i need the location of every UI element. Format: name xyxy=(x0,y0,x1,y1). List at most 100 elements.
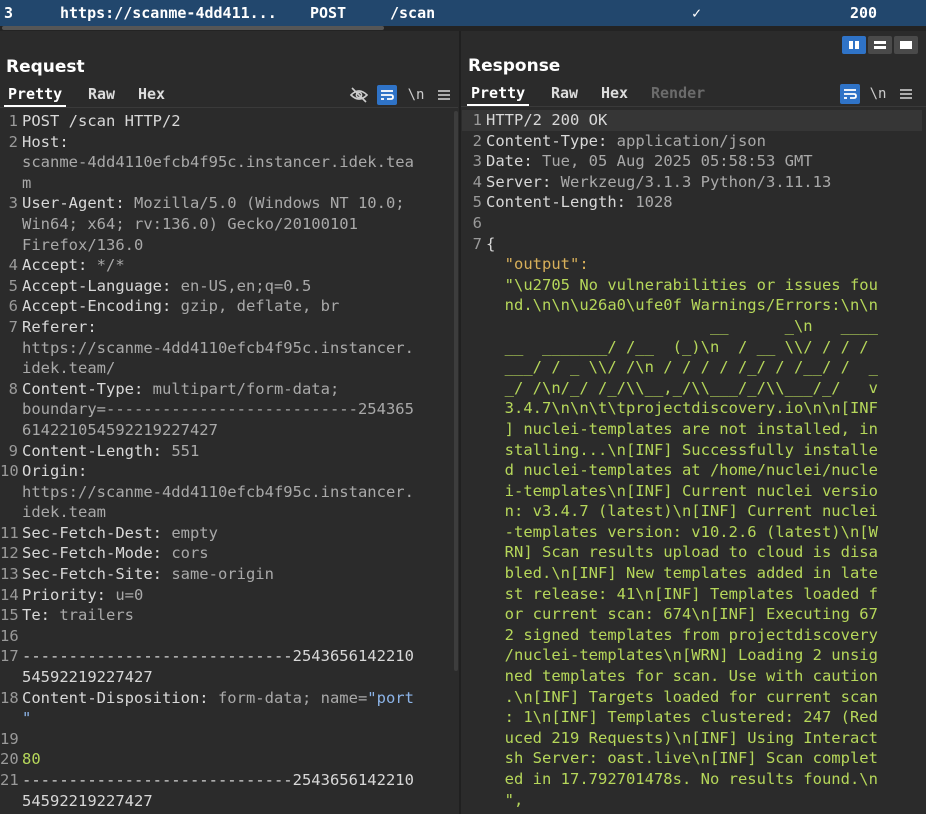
code-line: "output": xyxy=(462,254,922,275)
tab-response-raw[interactable]: Raw xyxy=(547,82,582,106)
code-line: 54592219227427 xyxy=(0,667,452,688)
code-line: 2 signed templates from projectdiscovery xyxy=(462,625,922,646)
line-text: 614221054592219227427 xyxy=(22,420,218,441)
tab-response-pretty[interactable]: Pretty xyxy=(467,82,530,106)
tabs-layout-icon[interactable] xyxy=(894,36,918,54)
line-text: Content-Length: 551 xyxy=(22,441,199,462)
line-number xyxy=(462,625,482,646)
code-line: ___/ / _ \\/ /\n / / / / /_/ / /__/ / _ xyxy=(462,357,922,378)
line-number: 1 xyxy=(8,112,18,130)
side-by-side-layout-icon[interactable] xyxy=(842,36,866,54)
code-token: Date: xyxy=(486,152,533,171)
code-token: 2 signed templates from projectdiscovery xyxy=(486,625,878,644)
code-token: n: v3.4.7 (latest)\n[INF] Current nuclei xyxy=(486,502,878,521)
code-token: Priority: xyxy=(22,585,106,604)
line-text: Sec-Fetch-Site: same-origin xyxy=(22,564,274,585)
response-title: Response xyxy=(468,56,561,76)
line-text: 80 xyxy=(22,749,41,770)
line-text: ___/ / _ \\/ /\n / / / / /_/ / /__/ / _ xyxy=(486,357,878,378)
line-number xyxy=(462,687,482,708)
line-text: Firefox/136.0 xyxy=(22,235,143,256)
line-text: -templates version: v10.2.6 (latest)\n[W xyxy=(486,522,878,543)
code-token: sh Server: oast.live\n[INF] Scan complet xyxy=(486,749,878,768)
line-text: 3.4.7\n\n\t\tprojectdiscovery.io\n\n[INF xyxy=(486,398,878,419)
scrollbar-thumb[interactable] xyxy=(2,26,384,30)
line-number xyxy=(462,769,482,790)
hide-nonprintable-icon[interactable] xyxy=(348,85,370,105)
layout-toggle xyxy=(842,36,918,54)
line-text: Host: xyxy=(22,132,69,153)
request-scrollbar[interactable] xyxy=(454,111,458,671)
response-newline-icon[interactable]: \n xyxy=(867,84,889,104)
pane-splitter[interactable] xyxy=(459,31,461,814)
code-line: 5 Content-Length: 1028 xyxy=(462,192,922,213)
edited-check-icon: ✓ xyxy=(692,4,702,22)
response-wrap-lines-icon[interactable] xyxy=(840,84,860,104)
line-number xyxy=(462,337,482,358)
tab-request-pretty[interactable]: Pretty xyxy=(4,83,67,107)
code-token: Accept: xyxy=(22,256,88,275)
response-menu-icon[interactable] xyxy=(896,84,916,104)
code-token: .\n[INF] Targets loaded for current scan xyxy=(486,687,878,706)
code-token: nd.\n\n\u26a0\ufe0f Warnings/Errors:\n\n xyxy=(486,296,878,315)
code-token: { xyxy=(486,234,496,253)
line-number: 3 xyxy=(472,152,482,171)
request-editor[interactable]: 1 POST /scan HTTP/2 2 Host: scanme-4dd4110ef… xyxy=(0,111,452,811)
code-line: st release: 41\n[INF] Templates loaded f xyxy=(462,584,922,605)
code-token: Referer: xyxy=(22,317,97,336)
line-text: HTTP/2 200 OK xyxy=(486,110,607,131)
tab-request-hex[interactable]: Hex xyxy=(134,83,169,107)
line-number: 5 xyxy=(472,193,482,212)
history-row-path: /scan xyxy=(390,4,436,22)
code-token: "output": xyxy=(486,255,589,274)
code-line: https://scanme-4dd4110efcb4f95c.instance… xyxy=(0,482,452,503)
response-editor[interactable]: 1 HTTP/2 200 OK 2 Content-Type: application… xyxy=(462,110,922,810)
line-number xyxy=(462,357,482,378)
code-line: 3 Date: Tue, 05 Aug 2025 05:58:53 GMT xyxy=(462,151,922,172)
line-number: 21 xyxy=(0,771,19,789)
wrap-lines-icon[interactable] xyxy=(377,85,397,105)
menu-icon[interactable] xyxy=(434,85,454,105)
code-line: 3 User-Agent: Mozilla/5.0 (Windows NT 10.… xyxy=(0,193,452,214)
line-number xyxy=(462,748,482,769)
newline-icon[interactable]: \n xyxy=(405,85,427,105)
code-token: Te: xyxy=(22,606,50,625)
line-text: Sec-Fetch-Mode: cors xyxy=(22,543,209,564)
code-line: uced 219 Requests)\n[INF] Using Interact xyxy=(462,728,922,749)
line-text: bled.\n[INF] New templates added in late xyxy=(486,563,878,584)
line-number xyxy=(462,645,482,666)
code-token: Tue, 05 Aug 2025 05:58:53 GMT xyxy=(532,152,813,171)
stacked-layout-icon[interactable] xyxy=(868,36,892,54)
line-number xyxy=(0,420,18,441)
tab-request-raw[interactable]: Raw xyxy=(84,83,119,107)
line-text: 54592219227427 xyxy=(22,667,153,688)
tab-response-render[interactable]: Render xyxy=(647,82,709,106)
code-token: ned templates for scan. Use with caution xyxy=(486,667,878,686)
code-line: i-templates\n[INF] Current nuclei versio xyxy=(462,481,922,502)
code-token: d nuclei-templates at /home/nuclei/nucle xyxy=(486,461,878,480)
code-line: stalling...\n[INF] Successfully installe xyxy=(462,440,922,461)
code-line: 4 Server: Werkzeug/3.1.3 Python/3.11.13 xyxy=(462,172,922,193)
code-token: Host: xyxy=(22,132,69,151)
history-row-selected[interactable]: 3 https://scanme-4dd411... POST /scan ✓ … xyxy=(0,0,926,26)
line-text: ed in 17.792701478s. No results found.\n xyxy=(486,769,878,790)
line-number: 6 xyxy=(8,297,18,316)
line-text: "\u2705 No vulnerabilities or issues fou xyxy=(486,275,878,296)
code-token: Win64; x64; rv:136.0) Gecko/20100101 xyxy=(22,214,358,233)
history-row-index: 3 xyxy=(4,4,14,22)
horizontal-scrollbar[interactable] xyxy=(0,26,926,31)
code-token: RN] Scan results upload to cloud is disa xyxy=(486,543,878,562)
line-text: scanme-4dd4110efcb4f95c.instancer.idek.t… xyxy=(22,152,414,173)
code-line: 11 Sec-Fetch-Dest: empty xyxy=(0,523,452,544)
tab-response-hex[interactable]: Hex xyxy=(597,82,632,106)
response-tabs-divider xyxy=(461,106,926,107)
code-line: 614221054592219227427 xyxy=(0,420,452,441)
line-number xyxy=(462,522,482,543)
line-text: Content-Disposition: form-data; name="po… xyxy=(22,688,414,709)
code-token: Content-Length: xyxy=(22,441,162,460)
line-text: ", xyxy=(486,790,524,811)
code-token: Server: xyxy=(486,172,552,191)
line-number: 10 xyxy=(0,462,19,481)
code-line: Win64; x64; rv:136.0) Gecko/20100101 xyxy=(0,214,452,235)
line-number: 11 xyxy=(0,523,19,542)
